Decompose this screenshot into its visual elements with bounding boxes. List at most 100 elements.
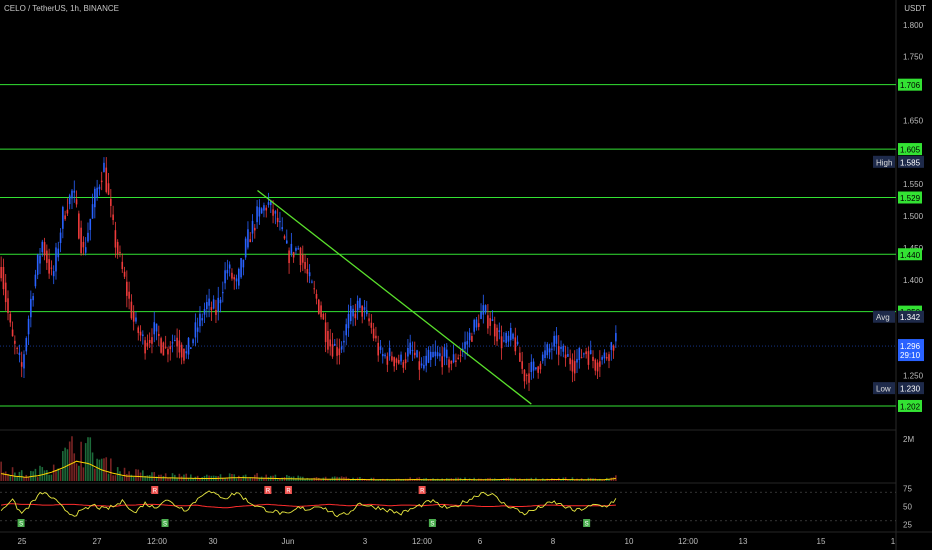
candle-body-0 xyxy=(0,267,2,279)
volume-bar-37 xyxy=(84,443,87,481)
candle-body-204 xyxy=(466,341,469,345)
candle-body-24 xyxy=(55,247,57,272)
candle-body-150 xyxy=(343,340,345,343)
candle-body-83 xyxy=(190,347,192,349)
candle-body-52 xyxy=(119,251,121,254)
chart-canvas[interactable]: 2M R R R R S S S S 75 50 25 1.800 1.750 1.650 1.550 1.… xyxy=(0,0,932,550)
candle-body-139 xyxy=(317,299,320,314)
candle-body-163 xyxy=(372,328,375,339)
volume-bar-9 xyxy=(20,470,23,481)
candle-body-109 xyxy=(249,239,252,243)
volume-bar-24 xyxy=(55,470,57,481)
candle-body-68 xyxy=(155,323,158,332)
candle-body-247 xyxy=(564,354,567,359)
volume-bar-103 xyxy=(235,478,238,481)
candle-body-207 xyxy=(473,319,475,332)
candle-body-149 xyxy=(340,346,343,350)
price-tick-0: 1.800 xyxy=(903,21,924,30)
candle-body-198 xyxy=(452,354,455,363)
volume-bar-149 xyxy=(340,476,343,481)
candle-body-77 xyxy=(176,337,178,347)
candle-body-21 xyxy=(48,259,50,274)
volume-bar-5 xyxy=(11,467,14,481)
rsi-signal-5: S xyxy=(163,522,167,528)
volume-bar-146 xyxy=(333,476,336,481)
marker-tag-0: High xyxy=(876,158,892,167)
candle-body-102 xyxy=(233,277,236,280)
volume-bar-49 xyxy=(112,475,114,481)
candle-body-222 xyxy=(507,335,510,342)
candle-body-8 xyxy=(18,352,21,356)
candle-body-81 xyxy=(185,351,188,354)
candle-body-253 xyxy=(578,347,581,360)
volume-bar-114 xyxy=(260,476,263,481)
candle-body-172 xyxy=(393,357,395,367)
candle-body-45 xyxy=(103,162,105,173)
candle-body-50 xyxy=(114,230,117,248)
volume-bar-121 xyxy=(276,479,279,481)
candle-body-80 xyxy=(183,348,185,361)
volume-bar-11 xyxy=(25,474,28,481)
candle-body-239 xyxy=(546,344,549,356)
candle-body-195 xyxy=(445,349,448,358)
candle-body-156 xyxy=(356,300,359,311)
candle-body-122 xyxy=(279,220,281,223)
candle-body-31 xyxy=(71,190,73,199)
candle-body-23 xyxy=(52,271,55,277)
candle-body-29 xyxy=(66,209,69,214)
candle-body-181 xyxy=(413,352,416,356)
candle-body-121 xyxy=(276,217,279,223)
candle-body-174 xyxy=(397,359,400,364)
candle-body-197 xyxy=(450,360,453,364)
volume-bar-81 xyxy=(185,473,188,481)
candle-body-28 xyxy=(64,215,66,220)
volume-bar-88 xyxy=(201,477,204,481)
volume-bar-58 xyxy=(132,476,135,481)
volume-bar-38 xyxy=(87,437,89,481)
candle-body-146 xyxy=(333,343,336,346)
candle-body-157 xyxy=(359,298,361,308)
rsi-signal-0: R xyxy=(153,489,158,495)
candle-body-9 xyxy=(20,362,23,367)
candle-body-258 xyxy=(589,350,592,354)
volume-bar-108 xyxy=(247,478,249,481)
candle-body-13 xyxy=(30,298,32,318)
candle-body-47 xyxy=(107,183,110,195)
volume-bar-87 xyxy=(199,478,201,481)
candle-body-183 xyxy=(418,361,421,370)
candle-body-135 xyxy=(308,272,311,277)
volume-bar-33 xyxy=(75,463,78,481)
candle-body-58 xyxy=(132,311,135,322)
marker-value-2: 1.230 xyxy=(900,385,921,394)
candle-body-152 xyxy=(347,313,350,329)
candle-body-215 xyxy=(491,319,494,321)
volume-bar-105 xyxy=(240,478,242,481)
candle-body-225 xyxy=(514,337,517,352)
candle-body-126 xyxy=(288,250,290,264)
volume-bar-122 xyxy=(279,479,281,481)
volume-bar-125 xyxy=(285,474,288,481)
candle-body-14 xyxy=(32,296,34,301)
candle-body-103 xyxy=(235,278,238,282)
candle-body-178 xyxy=(407,348,409,357)
rsi-tick-2: 25 xyxy=(903,520,912,529)
candle-body-117 xyxy=(267,202,270,205)
candle-body-39 xyxy=(89,218,92,230)
volume-bar-65 xyxy=(148,475,151,481)
candle-body-133 xyxy=(304,261,306,269)
candle-body-231 xyxy=(528,373,530,383)
candle-body-240 xyxy=(548,348,551,353)
volume-bar-67 xyxy=(153,472,156,481)
candle-body-3 xyxy=(7,298,9,313)
volume-bar-17 xyxy=(39,465,41,481)
candle-body-154 xyxy=(352,308,354,317)
candle-body-173 xyxy=(395,358,398,363)
volume-bar-22 xyxy=(50,474,53,481)
candle-body-238 xyxy=(544,350,546,359)
volume-bar-16 xyxy=(36,477,39,481)
candle-body-217 xyxy=(496,327,498,342)
candle-body-119 xyxy=(272,209,274,216)
volume-bar-7 xyxy=(16,476,18,481)
candle-body-221 xyxy=(505,332,507,344)
candle-body-38 xyxy=(87,232,89,242)
